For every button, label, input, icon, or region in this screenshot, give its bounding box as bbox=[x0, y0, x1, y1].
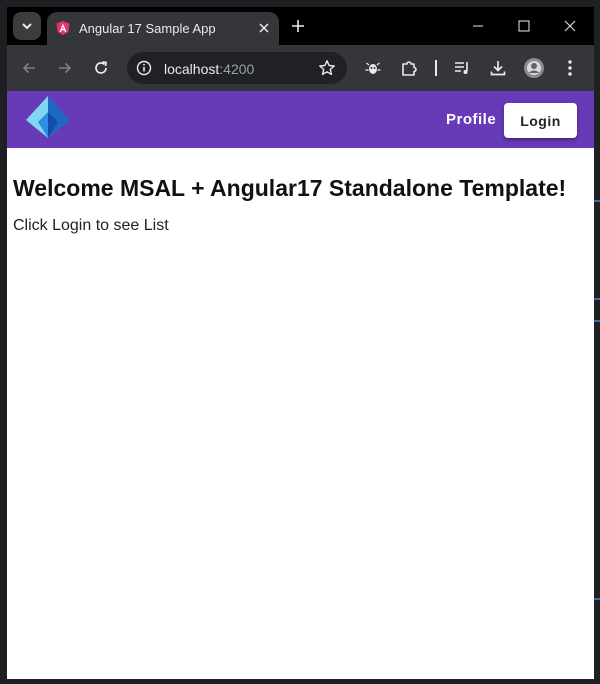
extension-bug-icon bbox=[365, 62, 381, 74]
profile-button[interactable] bbox=[522, 56, 546, 80]
minimize-button[interactable] bbox=[467, 15, 489, 37]
back-arrow-icon bbox=[22, 62, 35, 74]
back-button[interactable] bbox=[17, 56, 41, 80]
site-info-button[interactable] bbox=[135, 59, 153, 77]
close-icon bbox=[259, 23, 269, 33]
web-page: Profile Login Welcome MSAL + Angular17 S… bbox=[7, 91, 594, 679]
azure-ad-logo-icon[interactable] bbox=[22, 94, 74, 140]
background-mark bbox=[594, 320, 600, 322]
star-icon bbox=[319, 60, 335, 76]
forward-arrow-icon bbox=[59, 62, 72, 74]
window-close-button[interactable] bbox=[559, 15, 581, 37]
page-title: Welcome MSAL + Angular17 Standalone Temp… bbox=[13, 175, 567, 201]
new-tab-icon bbox=[292, 20, 304, 32]
new-tab-button[interactable] bbox=[289, 17, 307, 35]
browser-menu-button[interactable] bbox=[558, 56, 582, 80]
window-close-icon bbox=[564, 20, 576, 32]
background-mark bbox=[594, 200, 600, 202]
extensions-menu-button[interactable] bbox=[397, 56, 421, 80]
browser-toolbar: localhost:4200 bbox=[7, 45, 594, 91]
profile-avatar-icon bbox=[524, 58, 544, 78]
url-port: :4200 bbox=[219, 61, 255, 77]
background-mark bbox=[594, 298, 600, 300]
tab-close-button[interactable] bbox=[255, 19, 273, 37]
media-controls-button[interactable] bbox=[450, 56, 474, 80]
maximize-icon bbox=[518, 20, 530, 32]
background-mark bbox=[594, 598, 600, 600]
kebab-menu-icon bbox=[568, 60, 572, 76]
tab-search-button[interactable] bbox=[13, 12, 41, 40]
background-editor bbox=[594, 0, 600, 684]
tab-strip: Angular 17 Sample App bbox=[7, 7, 594, 45]
browser-window: Angular 17 Sample App localhost:4200 Pro… bbox=[7, 7, 594, 679]
download-icon bbox=[490, 61, 506, 76]
media-queue-icon bbox=[455, 62, 468, 74]
downloads-button[interactable] bbox=[486, 56, 510, 80]
toolbar-separator bbox=[435, 60, 437, 76]
maximize-button[interactable] bbox=[513, 15, 535, 37]
login-prompt-text: Click Login to see List bbox=[13, 217, 169, 234]
puzzle-icon bbox=[402, 61, 417, 76]
bookmark-button[interactable] bbox=[317, 58, 337, 78]
address-url: localhost:4200 bbox=[164, 61, 254, 77]
reload-button[interactable] bbox=[89, 56, 113, 80]
login-button[interactable]: Login bbox=[504, 103, 577, 138]
url-host: localhost bbox=[164, 61, 220, 77]
angular-favicon-icon bbox=[56, 21, 70, 35]
minimize-icon bbox=[473, 25, 483, 27]
profile-link[interactable]: Profile bbox=[446, 111, 496, 128]
forward-button[interactable] bbox=[53, 56, 77, 80]
info-icon bbox=[136, 60, 152, 76]
address-bar[interactable]: localhost:4200 bbox=[127, 52, 347, 84]
tab-search-icon bbox=[22, 23, 32, 30]
tab-title: Angular 17 Sample App bbox=[79, 21, 216, 36]
app-header: Profile Login bbox=[7, 91, 594, 148]
active-tab[interactable]: Angular 17 Sample App bbox=[47, 12, 279, 45]
extension-button[interactable] bbox=[361, 56, 385, 80]
reload-icon bbox=[95, 61, 107, 74]
